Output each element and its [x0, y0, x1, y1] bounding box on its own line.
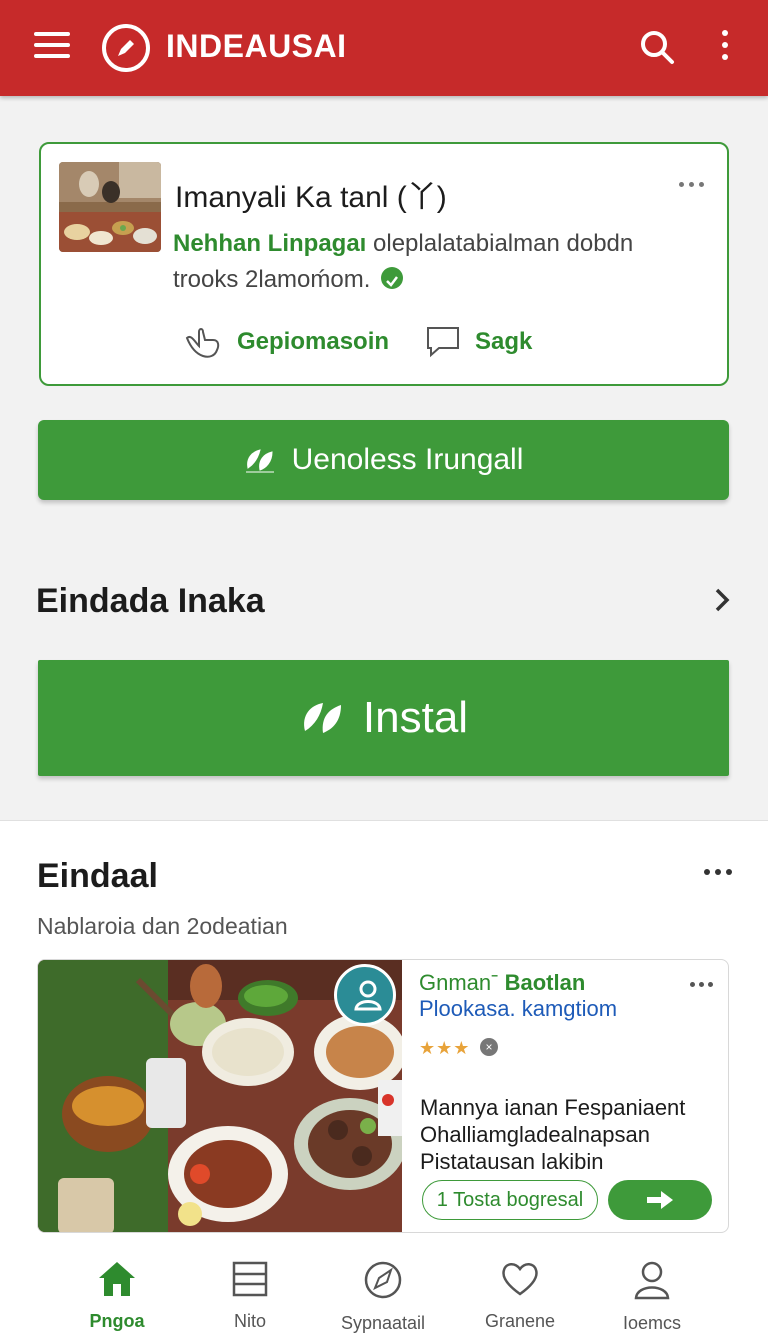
primary-button[interactable]: Uenoless Irungall [38, 420, 729, 500]
arrow-right-icon [647, 1191, 673, 1209]
leaf-icon [245, 449, 274, 473]
pencil-circle-icon [102, 24, 150, 72]
comment-icon [427, 327, 459, 358]
listing-card[interactable]: Gnmanˉ Baotlan Plookasa. kamgtiom ★★★ × … [37, 959, 729, 1233]
more-horiz-icon[interactable] [704, 869, 732, 875]
compass-icon [364, 1261, 402, 1299]
nav-item-favorites[interactable]: Granene [455, 1260, 585, 1332]
review-card[interactable]: Imanyali Ka tanl (丫) Nehhan Linpagaı ole… [39, 142, 729, 386]
review-description: Nehhan Linpagaı oleplalatabialman dobdn … [173, 226, 703, 298]
nav-label: Sypnaatail [340, 1313, 426, 1333]
go-arrow-button[interactable] [608, 1180, 712, 1220]
list-icon [232, 1261, 268, 1297]
more-vert-icon[interactable] [714, 30, 736, 66]
panel-subtitle: Nablaroia dan 2odeatian [37, 913, 288, 939]
app-title: INDEAUSAI [166, 28, 347, 64]
app-bar: INDEAUSAI [0, 0, 768, 96]
like-label: Gepiomasoin [237, 328, 390, 355]
profile-avatar-icon[interactable] [334, 964, 396, 1026]
restaurant-thumbnail [59, 162, 161, 252]
chevron-right-icon[interactable] [708, 586, 736, 619]
heart-icon [502, 1263, 538, 1296]
install-button-label: Instal [362, 693, 469, 742]
nav-item-explore[interactable]: Sypnaatail [318, 1260, 448, 1334]
listing-pill-button[interactable]: 1 Tosta bogresal [422, 1180, 598, 1220]
leaf-icon [304, 703, 341, 733]
listing-name[interactable]: Gnmanˉ Baotlan [419, 970, 585, 996]
panel-title: Eindaal [37, 857, 158, 895]
listing-description: Mannya ianan Fespaniaent Ohalliamgladeal… [420, 1095, 686, 1174]
like-action[interactable]: Gepiomasoin [183, 324, 389, 360]
listing-location-link[interactable]: Plookasa. kamgtiom [419, 996, 617, 1022]
star-rating: ★★★ [419, 1038, 471, 1058]
review-highlight[interactable]: Nehhan Linpagaı [173, 230, 366, 257]
search-icon[interactable] [636, 26, 680, 70]
nav-label: Ioemcs [622, 1313, 682, 1333]
install-button[interactable]: Instal [38, 660, 729, 776]
section-title: Eindada Inaka [36, 582, 265, 620]
listing-name-bold: Baotlan [504, 970, 586, 995]
hand-like-icon [185, 328, 220, 358]
comment-label: Sagk [475, 328, 533, 355]
nav-item-home[interactable]: Pngoa [52, 1260, 182, 1332]
nav-item-list[interactable]: Nito [185, 1260, 315, 1332]
primary-button-label: Uenoless Irungall [291, 443, 524, 476]
comment-action[interactable]: Sagk [425, 324, 532, 360]
person-icon [634, 1261, 670, 1300]
listing-name-prefix: Gnmanˉ [419, 970, 499, 995]
bottom-navigation: Pngoa Nito Sypnaatail Granene Ioemcs [0, 1252, 768, 1344]
review-heading: Imanyali Ka tanl (丫) [175, 181, 447, 214]
more-horiz-icon[interactable] [679, 182, 704, 187]
nav-label: Granene [484, 1311, 556, 1331]
more-horiz-icon[interactable] [690, 982, 713, 987]
verified-check-icon [381, 266, 404, 289]
nav-item-profile[interactable]: Ioemcs [587, 1260, 717, 1334]
hamburger-icon[interactable] [34, 32, 70, 64]
home-icon [99, 1262, 135, 1296]
nav-label: Nito [233, 1311, 266, 1331]
close-badge-icon[interactable]: × [480, 1038, 498, 1056]
nav-label: Pngoa [89, 1311, 145, 1331]
